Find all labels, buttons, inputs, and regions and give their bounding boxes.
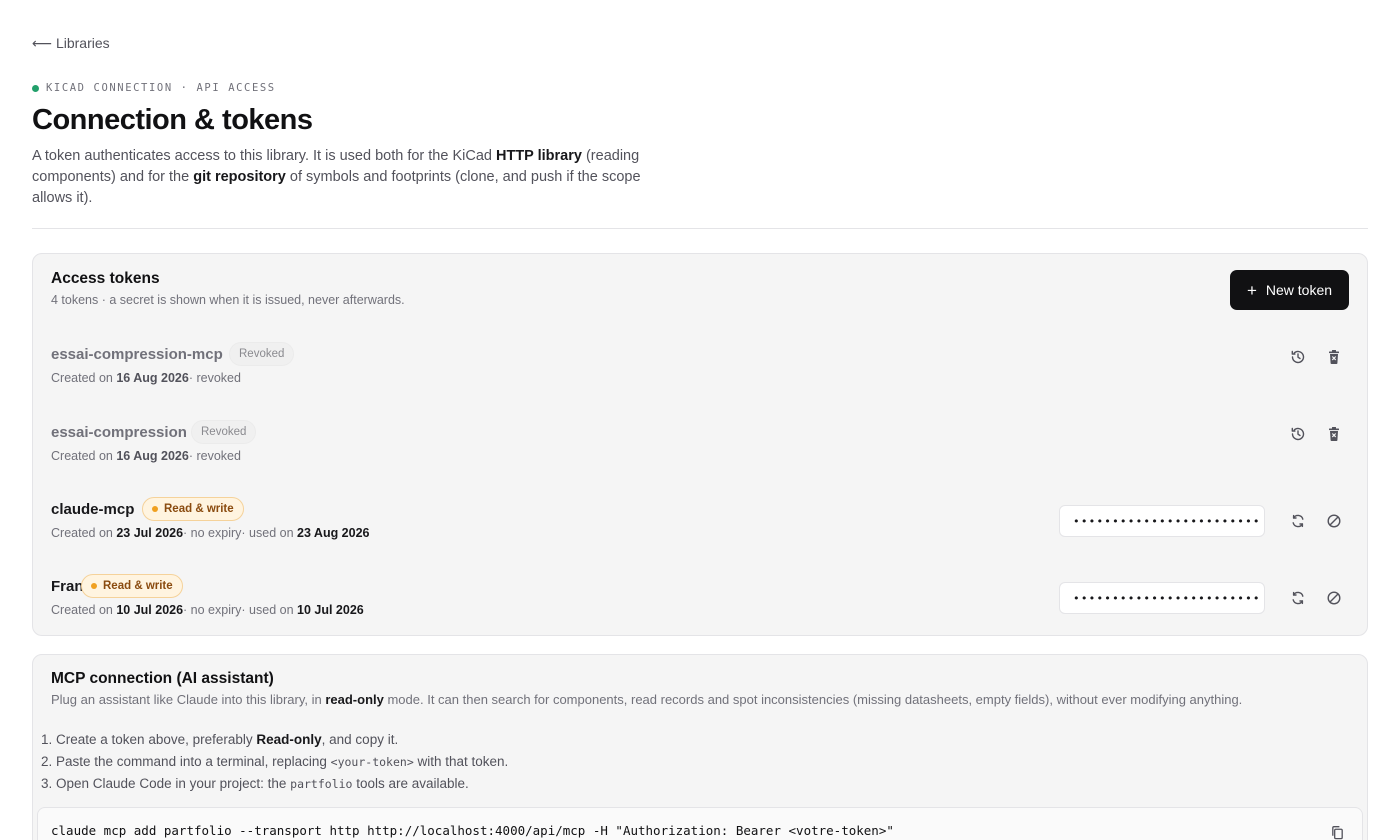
status-badge: Read & write bbox=[81, 574, 183, 598]
mcp-steps: 1. Create a token above, preferably Read… bbox=[41, 729, 508, 795]
token-secret-field[interactable]: •••••••••••••••••••••••• bbox=[1059, 582, 1265, 614]
page-eyebrow: KICAD CONNECTION · API ACCESS bbox=[32, 82, 276, 94]
mcp-connection-card: MCP connection (AI assistant) Plug an as… bbox=[32, 654, 1368, 840]
badge-dot bbox=[152, 506, 158, 512]
created-date: 16 Aug 2026 bbox=[116, 371, 189, 385]
created-date: 10 Jul 2026 bbox=[116, 603, 184, 617]
step-text: 1. Create a token above, preferably bbox=[41, 732, 257, 747]
token-secret-field[interactable]: •••••••••••••••••••••••• bbox=[1059, 505, 1265, 537]
meta-expiry: · no expiry bbox=[183, 526, 242, 540]
new-token-label: New token bbox=[1265, 282, 1333, 298]
token-row: essai-compression-mcp Revoked Created on… bbox=[33, 342, 1367, 416]
badge-label: Read & write bbox=[164, 503, 234, 515]
divider bbox=[32, 228, 1368, 229]
status-badge: Revoked bbox=[229, 342, 295, 366]
plus-icon: + bbox=[1246, 280, 1257, 300]
token-meta: Created on 16 Aug 2026· revoked bbox=[51, 449, 241, 463]
meta-suffix: · revoked bbox=[188, 449, 241, 463]
desc-read-only: read-only bbox=[325, 692, 384, 707]
intro-text: A token authenticates access to this lib… bbox=[32, 148, 496, 164]
step-item: 2. Paste the command into a terminal, re… bbox=[41, 751, 508, 773]
badge-label: Read & write bbox=[103, 580, 173, 592]
intro-git-repository: git repository bbox=[193, 169, 286, 185]
meta-suffix: · revoked bbox=[188, 371, 241, 385]
page-intro: A token authenticates access to this lib… bbox=[32, 146, 662, 209]
access-tokens-card: Access tokens 4 tokens · a secret is sho… bbox=[32, 253, 1368, 636]
meta-label: · used on bbox=[241, 526, 297, 540]
token-meta: Created on 23 Jul 2026· no expiry· used … bbox=[51, 526, 370, 540]
token-name: essai-compression bbox=[51, 424, 187, 441]
used-date: 10 Jul 2026 bbox=[297, 603, 364, 617]
created-date: 16 Aug 2026 bbox=[116, 449, 189, 463]
meta-label: · used on bbox=[241, 603, 297, 617]
meta-expiry: · no expiry bbox=[183, 603, 242, 617]
token-row: claude-mcp Read & write Created on 23 Ju… bbox=[33, 497, 1367, 571]
token-meta: Created on 10 Jul 2026· no expiry· used … bbox=[51, 603, 364, 617]
copy-icon[interactable] bbox=[1326, 821, 1348, 840]
status-dot bbox=[32, 84, 39, 92]
step-text: , and copy it. bbox=[321, 732, 399, 747]
step-code: <your-token> bbox=[330, 755, 414, 769]
access-tokens-title: Access tokens bbox=[51, 270, 160, 287]
meta-label: Created on bbox=[51, 526, 117, 540]
step-text: 3. Open Claude Code in your project: the bbox=[41, 776, 291, 791]
regenerate-icon[interactable] bbox=[1285, 508, 1311, 534]
token-name: claude-mcp bbox=[51, 501, 135, 518]
token-name: essai-compression-mcp bbox=[51, 346, 223, 363]
used-date: 23 Aug 2026 bbox=[297, 526, 370, 540]
step-item: 3. Open Claude Code in your project: the… bbox=[41, 773, 508, 795]
intro-http-library: HTTP library bbox=[495, 148, 582, 164]
step-emphasis: Read-only bbox=[256, 732, 322, 747]
step-item: 1. Create a token above, preferably Read… bbox=[41, 729, 508, 751]
status-badge: Read & write bbox=[142, 497, 244, 521]
token-meta: Created on 16 Aug 2026· revoked bbox=[51, 371, 241, 385]
token-row: Frans Read & write Created on 10 Jul 202… bbox=[33, 574, 1367, 648]
trash-icon[interactable] bbox=[1321, 344, 1347, 370]
new-token-button[interactable]: + New token bbox=[1230, 270, 1349, 310]
step-text: tools are available. bbox=[352, 776, 469, 791]
trash-icon[interactable] bbox=[1321, 421, 1347, 447]
command-block[interactable]: claude mcp add partfolio --transport htt… bbox=[37, 807, 1363, 840]
revoke-icon[interactable] bbox=[1321, 508, 1347, 534]
back-to-libraries-link[interactable]: ⟵ Libraries bbox=[32, 35, 110, 52]
access-tokens-subtitle: 4 tokens · a secret is shown when it is … bbox=[51, 293, 405, 307]
page-title: Connection & tokens bbox=[32, 104, 313, 136]
eyebrow-text: KICAD CONNECTION · API ACCESS bbox=[46, 82, 276, 94]
mcp-title: MCP connection (AI assistant) bbox=[51, 670, 274, 687]
badge-dot bbox=[91, 583, 97, 589]
history-icon[interactable] bbox=[1285, 421, 1311, 447]
desc-text: Plug an assistant like Claude into this … bbox=[51, 692, 326, 707]
token-row: essai-compression Revoked Created on 16 … bbox=[33, 420, 1367, 494]
status-badge: Revoked bbox=[191, 420, 257, 444]
step-code: partfolio bbox=[290, 777, 353, 791]
meta-label: Created on bbox=[51, 603, 117, 617]
mcp-description: Plug an assistant like Claude into this … bbox=[51, 692, 1242, 707]
desc-text: mode. It can then search for components,… bbox=[383, 692, 1243, 707]
meta-label: Created on bbox=[51, 371, 117, 385]
regenerate-icon[interactable] bbox=[1285, 585, 1311, 611]
step-text: with that token. bbox=[413, 754, 509, 769]
meta-label: Created on bbox=[51, 449, 117, 463]
command-text: claude mcp add partfolio --transport htt… bbox=[51, 823, 894, 838]
step-text: 2. Paste the command into a terminal, re… bbox=[41, 754, 331, 769]
created-date: 23 Jul 2026 bbox=[116, 526, 184, 540]
history-icon[interactable] bbox=[1285, 344, 1311, 370]
revoke-icon[interactable] bbox=[1321, 585, 1347, 611]
